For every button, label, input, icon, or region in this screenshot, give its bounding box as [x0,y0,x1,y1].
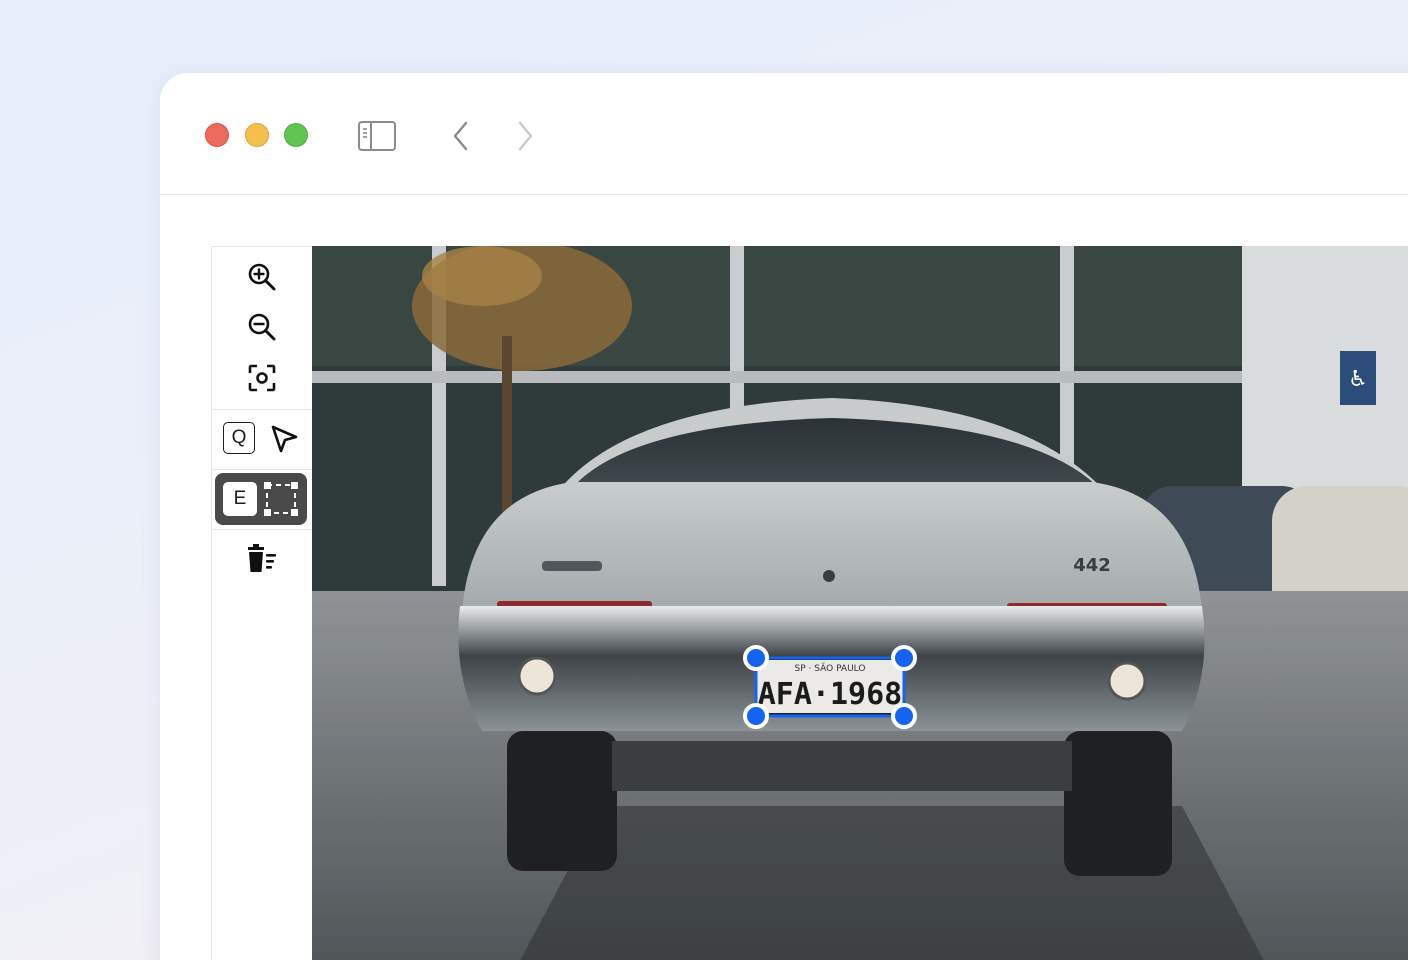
chevron-right-icon [518,121,533,151]
annotation-toolbar: Q E [211,246,312,960]
zoom-in-icon [248,263,276,291]
forward-button[interactable] [505,116,545,156]
focus-icon [248,364,276,392]
minimize-window-button[interactable] [245,123,269,147]
chevron-left-icon [453,121,468,151]
delete-all-icon [248,544,276,572]
select-tool-button[interactable] [264,421,304,457]
bounding-box-icon [264,482,298,516]
rectangle-tool-icon-wrap [259,479,303,519]
back-button[interactable] [441,116,481,156]
toolbar-divider [212,469,312,470]
app-window: Q E ♿ 442 SP · SÃO PAULO AFA·1968 [160,73,1408,960]
resize-handle-top-left[interactable] [743,645,769,671]
title-bar [160,73,1408,195]
select-shortcut-key: Q [223,422,255,454]
plate-bounding-box[interactable] [312,246,1408,960]
rectangle-shortcut-key: E [223,482,257,516]
fit-to-screen-button[interactable] [242,360,282,396]
resize-handle-bottom-right[interactable] [891,703,917,729]
zoom-out-icon [248,313,276,341]
cursor-arrow-icon [271,425,298,453]
delete-all-button[interactable] [242,539,282,579]
zoom-out-button[interactable] [242,309,282,345]
resize-handle-top-right[interactable] [891,645,917,671]
image-canvas[interactable]: ♿ 442 SP · SÃO PAULO AFA·1968 [312,246,1408,960]
close-window-button[interactable] [205,123,229,147]
toolbar-divider [212,529,312,530]
zoom-in-button[interactable] [242,259,282,295]
toolbar-divider [212,409,312,410]
resize-handle-bottom-left[interactable] [743,703,769,729]
sidebar-toggle-button[interactable] [357,116,397,156]
rectangle-tool-button[interactable]: E [215,473,307,525]
workspace: Q E ♿ 442 SP · SÃO PAULO AFA·1968 [160,196,1408,960]
maximize-window-button[interactable] [284,123,308,147]
sidebar-icon [358,121,396,151]
